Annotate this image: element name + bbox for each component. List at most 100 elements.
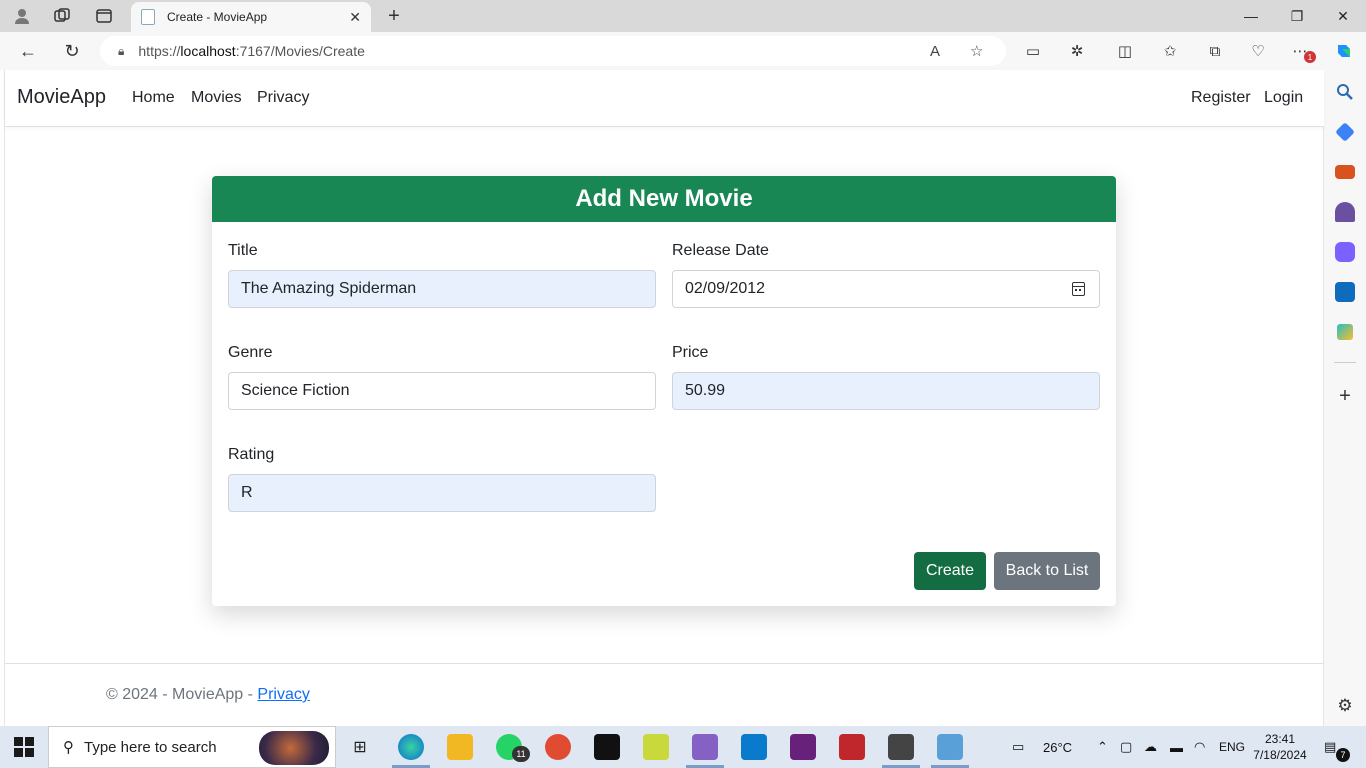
browser-tab[interactable]: Create - MovieApp ✕ [131, 2, 371, 32]
windows-taskbar: ⚲ Type here to search ⊞ 11 ▭ 26°C ⌃ ▢ ☁ … [0, 726, 1366, 768]
vscode-icon[interactable] [741, 734, 767, 760]
search-highlight-image [259, 731, 329, 765]
close-window-icon[interactable]: ✕ [1320, 0, 1366, 32]
page-icon [141, 9, 155, 25]
task-view-icon[interactable]: ⊞ [347, 734, 373, 760]
genre-input-value: Science Fiction [241, 382, 350, 399]
genre-input[interactable]: Science Fiction [228, 372, 656, 410]
split-screen-icon[interactable]: ◫ [1114, 40, 1136, 62]
terminal-icon[interactable] [888, 734, 914, 760]
address-bar[interactable]: 🔒︎ https://localhost:7167/Movies/Create … [100, 36, 1006, 66]
new-tab-button[interactable]: + [382, 4, 406, 28]
wifi-icon[interactable]: ◠ [1194, 726, 1205, 768]
refresh-icon[interactable]: ↻ [59, 38, 85, 64]
weather-icon[interactable]: ▭ [1012, 726, 1024, 768]
power-app-icon[interactable] [545, 734, 571, 760]
meet-icon[interactable]: ▢ [1120, 726, 1132, 768]
edge-icon[interactable] [398, 734, 424, 760]
nav-register-link[interactable]: Register [1191, 89, 1251, 107]
battery-icon[interactable]: ▬ [1170, 726, 1183, 768]
copilot-icon[interactable] [1333, 40, 1355, 62]
outlook-icon[interactable] [1335, 282, 1355, 302]
microsoft365-icon[interactable] [1335, 242, 1355, 262]
clock-date: 7/18/2024 [1253, 748, 1307, 762]
nav-privacy-link[interactable]: Privacy [257, 89, 309, 107]
calendar-icon[interactable] [1072, 282, 1085, 296]
tab-title: Create - MovieApp [167, 10, 268, 24]
search-icon: ⚲ [63, 739, 74, 756]
url-text[interactable]: https://localhost:7167/Movies/Create [138, 43, 364, 59]
genre-label: Genre [228, 344, 273, 361]
title-input-value: The Amazing Spiderman [241, 280, 417, 297]
search-icon[interactable] [1335, 82, 1355, 102]
add-movie-card: Add New Movie Title The Amazing Spiderma… [212, 176, 1116, 606]
extensions-icon[interactable]: ✲ [1066, 40, 1088, 62]
taskbar-search-box[interactable]: ⚲ Type here to search [48, 726, 336, 768]
clock-time: 23:41 [1264, 732, 1296, 746]
title-label: Title [228, 242, 258, 259]
release-date-label: Release Date [672, 242, 769, 259]
restore-icon[interactable]: ❐ [1274, 0, 1320, 32]
nav-login-link[interactable]: Login [1264, 89, 1303, 107]
site-footer: © 2024 - MovieApp - Privacy [5, 663, 1324, 726]
rating-input-value: R [241, 484, 253, 501]
back-to-list-button[interactable]: Back to List [994, 552, 1100, 590]
browser-tab-bar: Create - MovieApp ✕ + — ❐ ✕ [0, 0, 1366, 32]
price-input[interactable]: 50.99 [672, 372, 1100, 410]
notification-badge: 1 [1304, 51, 1316, 63]
close-tab-icon[interactable]: ✕ [349, 9, 361, 26]
browser-essentials-icon[interactable]: ♡ [1247, 40, 1269, 62]
create-button[interactable]: Create [914, 552, 986, 590]
tools-icon[interactable] [1335, 165, 1355, 179]
minimize-icon[interactable]: — [1228, 0, 1274, 32]
cloud-icon[interactable]: ☁ [1144, 726, 1157, 768]
drop-icon[interactable] [1337, 324, 1353, 340]
nav-home-link[interactable]: Home [132, 89, 175, 107]
intellij-icon[interactable] [594, 734, 620, 760]
taskbar-search-placeholder: Type here to search [84, 738, 217, 756]
whatsapp-badge: 11 [512, 746, 530, 762]
price-input-value: 50.99 [685, 382, 726, 399]
browser-sidebar: + ⚙ [1323, 70, 1366, 726]
tab-actions-icon[interactable] [92, 4, 116, 28]
file-explorer-icon[interactable] [447, 734, 473, 760]
title-input[interactable]: The Amazing Spiderman [228, 270, 656, 308]
notification-center-icon[interactable]: ▤ [1324, 726, 1336, 768]
reading-view-icon[interactable]: ▭ [1022, 40, 1044, 62]
nav-movies-link[interactable]: Movies [191, 89, 242, 107]
lock-icon[interactable]: 🔒︎ [118, 44, 124, 59]
redis-icon[interactable] [839, 734, 865, 760]
brand-link[interactable]: MovieApp [17, 86, 106, 109]
profile-icon[interactable] [10, 4, 34, 28]
visual-studio-icon[interactable] [692, 734, 718, 760]
tray-overflow-icon[interactable]: ⌃ [1097, 726, 1108, 768]
release-date-value: 02/09/2012 [685, 280, 766, 297]
read-aloud-icon[interactable]: A [930, 36, 940, 66]
favorite-star-icon[interactable]: ☆ [970, 36, 983, 66]
taskbar-clock[interactable]: 23:41 7/18/2024 [1248, 731, 1312, 763]
language-indicator[interactable]: ENG [1219, 726, 1245, 768]
notepad-icon[interactable] [937, 734, 963, 760]
shopping-tag-icon[interactable] [1335, 122, 1355, 142]
rating-label: Rating [228, 446, 275, 463]
footer-privacy-link[interactable]: Privacy [257, 686, 309, 703]
windows-start-icon[interactable] [14, 737, 34, 757]
release-date-input[interactable]: 02/09/2012 [672, 270, 1100, 308]
visual-studio-preview-icon[interactable] [790, 734, 816, 760]
price-label: Price [672, 344, 709, 361]
weather-temperature[interactable]: 26°C [1043, 726, 1072, 768]
back-arrow-icon[interactable]: ← [15, 38, 41, 64]
rating-input[interactable]: R [228, 474, 656, 512]
sidebar-settings-icon[interactable]: ⚙ [1335, 696, 1355, 716]
workspaces-icon[interactable] [50, 4, 74, 28]
footer-copyright: © 2024 - MovieApp - Privacy [106, 686, 310, 703]
notification-count-badge: 7 [1336, 748, 1350, 762]
games-icon[interactable] [1335, 202, 1355, 222]
add-icon[interactable]: + [1335, 386, 1355, 406]
favorites-icon[interactable]: ✩ [1159, 40, 1181, 62]
snipping-tool-icon[interactable] [643, 734, 669, 760]
site-navbar: MovieApp Home Movies Privacy Register Lo… [5, 70, 1324, 127]
collections-icon[interactable]: ⧉ [1204, 40, 1226, 62]
page-viewport: MovieApp Home Movies Privacy Register Lo… [4, 70, 1324, 726]
card-header: Add New Movie [212, 176, 1116, 222]
